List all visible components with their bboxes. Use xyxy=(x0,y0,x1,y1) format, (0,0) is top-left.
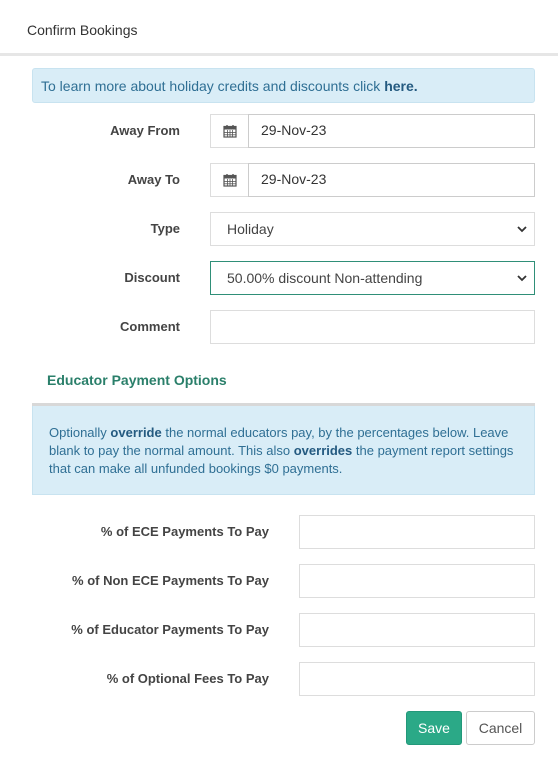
away-to-row: Away To 29-Nov-23 xyxy=(0,163,558,197)
away-to-input[interactable]: 29-Nov-23 xyxy=(248,163,535,197)
cancel-button[interactable]: Cancel xyxy=(466,711,535,745)
non-ece-payments-input[interactable] xyxy=(299,564,535,598)
holiday-info-text: To learn more about holiday credits and … xyxy=(41,78,385,94)
discount-label: Discount xyxy=(124,270,180,285)
ece-payments-input[interactable] xyxy=(299,515,535,549)
optional-fees-row: % of Optional Fees To Pay xyxy=(0,662,558,696)
away-from-label: Away From xyxy=(110,123,180,138)
non-ece-payments-row: % of Non ECE Payments To Pay xyxy=(0,564,558,598)
away-from-input[interactable]: 29-Nov-23 xyxy=(248,114,535,148)
educator-info-bold-overrides: overrides xyxy=(293,443,353,458)
chevron-down-icon xyxy=(517,226,527,233)
type-row: Type Holiday xyxy=(0,212,558,246)
discount-select[interactable]: 50.00% discount Non-attending xyxy=(210,261,535,295)
comment-label: Comment xyxy=(120,319,180,334)
educator-info-alert: Optionally override the normal educators… xyxy=(32,406,535,495)
save-button[interactable]: Save xyxy=(406,711,462,745)
type-select[interactable]: Holiday xyxy=(210,212,535,246)
holiday-info-alert: To learn more about holiday credits and … xyxy=(32,68,535,103)
type-label: Type xyxy=(150,221,180,236)
modal-header: Confirm Bookings xyxy=(0,0,558,56)
comment-row: Comment xyxy=(0,310,558,344)
holiday-info-link[interactable]: here. xyxy=(384,78,417,94)
non-ece-payments-label: % of Non ECE Payments To Pay xyxy=(72,573,269,588)
educator-payment-title: Educator Payment Options xyxy=(47,372,227,388)
chevron-down-icon xyxy=(517,275,527,282)
educator-payments-label: % of Educator Payments To Pay xyxy=(71,622,269,637)
ece-payments-label: % of ECE Payments To Pay xyxy=(100,524,269,539)
calendar-icon[interactable] xyxy=(210,114,249,148)
educator-payments-row: % of Educator Payments To Pay xyxy=(0,613,558,647)
away-from-row: Away From 29-Nov-23 xyxy=(0,114,558,148)
away-to-label: Away To xyxy=(127,172,180,187)
discount-select-value: 50.00% discount Non-attending xyxy=(227,270,423,286)
educator-info-bold-override: override xyxy=(110,425,162,440)
optional-fees-label: % of Optional Fees To Pay xyxy=(106,671,269,686)
discount-row: Discount 50.00% discount Non-attending xyxy=(0,261,558,295)
modal-title: Confirm Bookings xyxy=(27,22,138,38)
educator-payments-input[interactable] xyxy=(299,613,535,647)
ece-payments-row: % of ECE Payments To Pay xyxy=(0,515,558,549)
calendar-icon[interactable] xyxy=(210,163,249,197)
type-select-value: Holiday xyxy=(227,221,274,237)
educator-info-text-1: Optionally xyxy=(49,425,111,440)
optional-fees-input[interactable] xyxy=(299,662,535,696)
comment-input[interactable] xyxy=(210,310,535,344)
